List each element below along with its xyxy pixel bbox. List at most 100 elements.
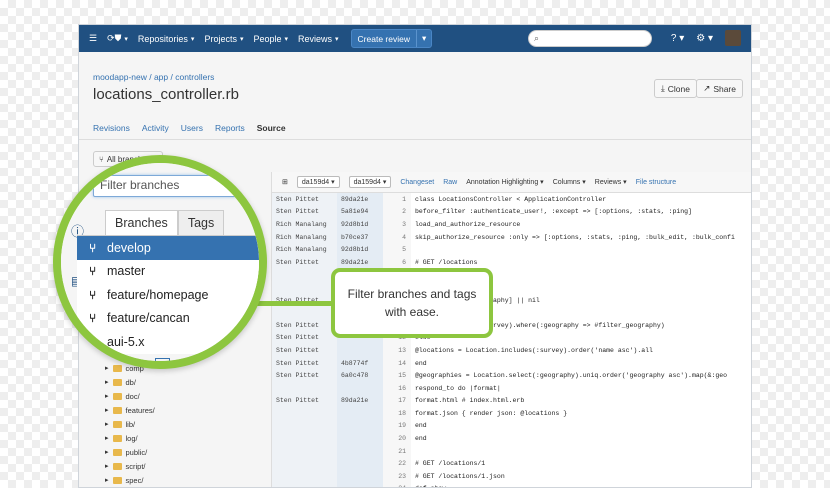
folder-icon <box>112 434 122 442</box>
tree-item[interactable]: ▸ features/ <box>93 403 155 417</box>
blame-author <box>272 444 337 458</box>
tree-item[interactable]: ▸ lib/ <box>93 417 155 431</box>
blame-hash[interactable]: 5a81e94 <box>337 205 383 219</box>
search-icon: ⌕ <box>534 33 540 43</box>
blame-hash[interactable]: 92d8b1d <box>337 218 383 231</box>
expand-icon[interactable]: ⊞ <box>282 178 288 186</box>
blame-author <box>272 457 337 471</box>
blame-hash[interactable]: 89da21e <box>337 255 383 269</box>
tab-users[interactable]: Users <box>181 123 203 133</box>
tab-activity[interactable]: Activity <box>142 123 169 133</box>
reviews-dropdown[interactable]: Reviews ▾ <box>595 178 627 186</box>
share-button[interactable]: ↗ Share <box>696 79 743 98</box>
blame-hash[interactable]: 89da21e <box>337 394 383 408</box>
avatar[interactable] <box>725 30 741 46</box>
branch-item-aui-5x[interactable]: ⑂ aui-5.x <box>77 330 259 354</box>
branch-tabs: Branches Tags <box>105 210 225 236</box>
tab-branches[interactable]: Branches <box>105 210 178 236</box>
blame-hash[interactable] <box>337 344 383 357</box>
logo-icon[interactable]: ⟳⛊ ▾ <box>107 33 128 44</box>
line-number: 3 <box>383 218 411 231</box>
gear-icon[interactable]: ⚙ ▾ <box>696 33 713 44</box>
nav-reviews[interactable]: Reviews ▾ <box>298 34 339 44</box>
blame-author <box>272 268 337 282</box>
page-tabs: Revisions Activity Users Reports Source <box>93 123 286 133</box>
blame-hash[interactable] <box>337 432 383 445</box>
create-review-button[interactable]: Create review ▾ <box>350 29 433 48</box>
code-text: before_filter :authenticate_user!, :exce… <box>415 208 692 216</box>
columns-dropdown[interactable]: Columns ▾ <box>553 178 586 186</box>
file-icon: <> <box>155 358 170 369</box>
magnified-panel: ⓘ ▤ Filter branches Branches Tags ⑂devel… <box>61 163 259 361</box>
tab-tags[interactable]: Tags <box>177 210 225 236</box>
magnifier-lens: ⓘ ▤ Filter branches Branches Tags ⑂devel… <box>53 155 267 369</box>
branch-icon: ⑂ <box>89 287 97 302</box>
code-text: end <box>415 359 427 367</box>
tree-item[interactable]: ▸ doc/ <box>93 389 155 403</box>
blame-hash[interactable]: 6a0c478 <box>337 369 383 382</box>
tree-item[interactable]: ▸ script/ <box>93 459 155 473</box>
code-text: format.json { render json: @locations } <box>415 409 568 417</box>
revision-select-b[interactable]: da159d4 ▾ <box>348 176 392 188</box>
branch-item-feature-cancan[interactable]: ⑂ feature/cancan <box>77 307 259 331</box>
revision-select-a[interactable]: da159d4 ▾ <box>296 176 340 188</box>
folder-icon <box>112 392 122 400</box>
blame-hash[interactable] <box>337 419 383 433</box>
blame-hash[interactable] <box>337 444 383 458</box>
page-title: locations_controller.rb <box>93 86 239 103</box>
tree-item[interactable]: ▸ spec/ <box>93 473 155 487</box>
breadcrumb[interactable]: moodapp-new / app / controllers <box>93 72 214 82</box>
branch-item-feature-homepage[interactable]: ⑂ feature/homepage <box>77 283 259 307</box>
code-text: # GET /locations <box>415 258 478 266</box>
code-text: skip_authorize_resource :only => [:optio… <box>415 233 735 241</box>
filter-branches-input[interactable]: Filter branches <box>93 175 243 197</box>
branch-item-develop[interactable]: ⑂ develop <box>77 236 259 260</box>
menu-icon[interactable]: ☰ <box>89 33 97 44</box>
branch-icon: ⑂ <box>89 264 97 279</box>
blame-author: Sten Pittet <box>272 331 337 345</box>
code-line: 21 <box>272 444 751 458</box>
clone-button[interactable]: ⤓ Clone <box>654 79 697 98</box>
code-line: 18 format.json { render json: @locations… <box>272 407 751 420</box>
line-number: 17 <box>383 394 411 408</box>
blame-hash[interactable] <box>337 407 383 420</box>
blame-hash[interactable]: 89da21e <box>337 193 383 206</box>
help-icon[interactable]: ? ▾ <box>671 33 684 44</box>
nav-projects[interactable]: Projects ▾ <box>204 34 243 44</box>
page-header: moodapp-new / app / controllers location… <box>79 52 751 140</box>
blame-hash[interactable]: 92d8b1d <box>337 243 383 256</box>
line-number: 13 <box>383 344 411 357</box>
blame-author <box>272 419 337 433</box>
tree-item[interactable]: ▸ public/ <box>93 445 155 459</box>
callout-box: Filter branches and tags with ease. <box>331 268 493 338</box>
blame-hash[interactable]: b70ce37 <box>337 230 383 244</box>
search-input[interactable]: ⌕ <box>528 30 652 47</box>
branch-item-master[interactable]: ⑂ master <box>77 260 259 284</box>
raw-link[interactable]: Raw <box>443 179 457 186</box>
create-dropdown-icon[interactable]: ▾ <box>415 30 431 47</box>
file-structure-link[interactable]: File structure <box>636 179 676 186</box>
tab-reports[interactable]: Reports <box>215 123 245 133</box>
blame-hash[interactable] <box>337 381 383 395</box>
code-line: 19 end <box>272 419 751 433</box>
tab-revisions[interactable]: Revisions <box>93 123 130 133</box>
tab-source[interactable]: Source <box>257 123 286 133</box>
folder-icon <box>112 448 122 456</box>
blame-author: Sten Pittet <box>272 193 337 206</box>
nav-people[interactable]: People ▾ <box>253 34 288 44</box>
tree-item[interactable]: ▸ db/ <box>93 375 155 389</box>
changeset-link[interactable]: Changeset <box>400 179 434 186</box>
blame-hash[interactable]: 4b8774f <box>337 356 383 370</box>
nav-repositories[interactable]: Repositories ▾ <box>138 34 195 44</box>
tree-item[interactable]: ▸ log/ <box>93 431 155 445</box>
line-number: 6 <box>383 255 411 269</box>
annotation-dropdown[interactable]: Annotation Highlighting ▾ <box>466 178 543 186</box>
code-line: Sten Pittet 89da21e 1 class LocationsContro… <box>272 193 751 206</box>
blame-hash[interactable] <box>337 482 383 487</box>
code-line: 16 respond_to do |format| <box>272 381 751 395</box>
blame-hash[interactable] <box>337 457 383 471</box>
code-line: Sten Pittet 5a81e94 2 before_filter :authe… <box>272 205 751 219</box>
code-text: @geographies = Location.select(:geograph… <box>415 372 728 380</box>
blame-hash[interactable] <box>337 470 383 483</box>
folder-icon <box>112 406 122 414</box>
